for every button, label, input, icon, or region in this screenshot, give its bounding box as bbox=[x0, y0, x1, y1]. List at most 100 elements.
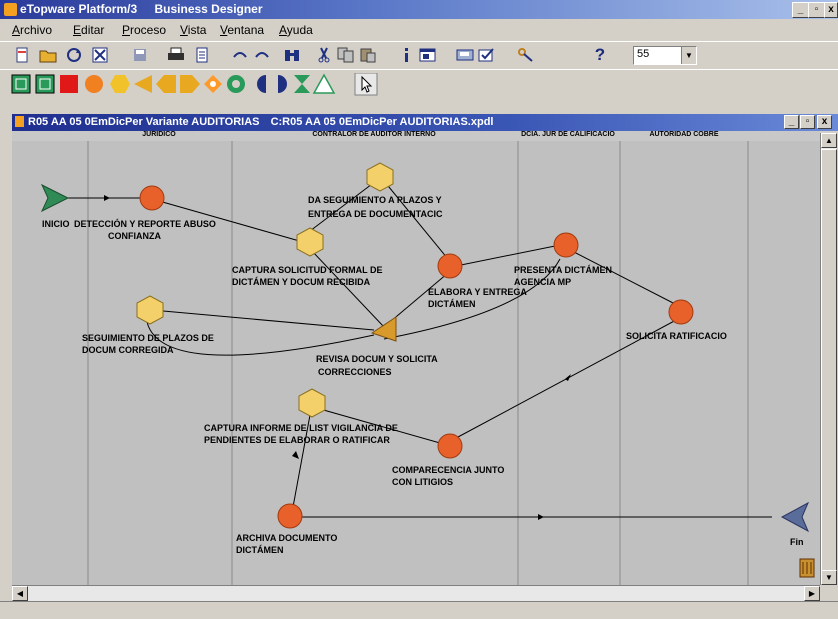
lane-header-autoridad: AUTORIDAD COBRE bbox=[649, 131, 719, 138]
label-seguimiento-plazos-2: DOCUM CORREGIDA bbox=[82, 345, 174, 355]
lane-header-contralor: CONTRALOR DE AUDITOR INTERNO bbox=[312, 131, 436, 138]
document-title: R05 AA 05 0EmDicPer Variante AUDITORIAS … bbox=[28, 116, 493, 128]
label-presenta-2: AGENCIA MP bbox=[514, 277, 571, 287]
label-captura-solicitud: CAPTURA SOLICITUD FORMAL DE bbox=[232, 265, 383, 275]
undo-icon[interactable] bbox=[230, 45, 250, 65]
cut-icon[interactable] bbox=[314, 45, 334, 65]
pointer-icon[interactable] bbox=[354, 73, 378, 96]
zoom-value: 55 bbox=[637, 48, 650, 60]
doc-icon bbox=[15, 116, 24, 127]
activity-deteccion[interactable] bbox=[139, 185, 165, 211]
zoom-select[interactable]: 55 ▼ bbox=[633, 46, 697, 65]
lane-header-calificacion: DCIA. JUR DE CALIFICACIO bbox=[521, 131, 615, 138]
close-icon[interactable]: x bbox=[824, 2, 838, 18]
menu-vista[interactable]: Vista bbox=[180, 23, 206, 37]
half-moon-right-shape-icon[interactable] bbox=[278, 75, 287, 93]
doc-close-icon[interactable]: x bbox=[817, 115, 832, 129]
activity-comparecencia[interactable] bbox=[437, 433, 463, 459]
activity-archiva[interactable] bbox=[277, 503, 303, 529]
label-archiva: ARCHIVA DOCUMENTO bbox=[236, 533, 337, 543]
triangle-left-shape-icon[interactable] bbox=[134, 75, 152, 93]
triangle-shape-icon[interactable] bbox=[312, 73, 336, 94]
ring-shape-icon[interactable] bbox=[227, 75, 245, 93]
app-title-name: eTopware Platform/3 bbox=[20, 2, 138, 16]
maximize-icon[interactable]: ▫ bbox=[808, 2, 825, 18]
doc-maximize-icon[interactable]: ▫ bbox=[800, 115, 815, 129]
label-presenta: PRESENTA DICTÁMEN bbox=[514, 265, 612, 275]
square-alt-shape-icon[interactable] bbox=[35, 74, 55, 94]
label-solicita: SOLICITA RATIFICACIO bbox=[626, 331, 727, 341]
check-icon[interactable] bbox=[477, 45, 497, 65]
help-icon[interactable]: ? bbox=[590, 45, 610, 65]
label-deteccion: DETECCIÓN Y REPORTE ABUSO bbox=[74, 218, 216, 229]
menu-bar: Archivo Editar Proceso Vista Ventana Ayu… bbox=[0, 19, 838, 41]
scroll-left-icon[interactable]: ◀ bbox=[12, 586, 28, 601]
scroll-right-icon[interactable]: ▶ bbox=[804, 586, 820, 601]
save-icon[interactable] bbox=[130, 45, 150, 65]
copy-icon[interactable] bbox=[336, 45, 356, 65]
print-icon[interactable] bbox=[166, 45, 186, 65]
process-canvas[interactable]: INICIO DETECCIÓN Y REPORTE ABUSO CONFIAN… bbox=[12, 141, 820, 585]
app-logo-icon bbox=[4, 3, 17, 16]
half-moon-left-shape-icon[interactable] bbox=[257, 75, 266, 93]
redo-icon[interactable] bbox=[252, 45, 272, 65]
doc-minimize-icon[interactable]: _ bbox=[784, 115, 799, 129]
save-as-icon[interactable] bbox=[455, 45, 475, 65]
new-icon[interactable] bbox=[12, 45, 32, 65]
document-path: C:R05 AA 05 0EmDicPer AUDITORIAS.xpdl bbox=[270, 116, 494, 128]
menu-editar[interactable]: Editar bbox=[73, 23, 104, 37]
status-bar bbox=[0, 601, 838, 619]
circle-shape-icon[interactable] bbox=[85, 75, 103, 93]
menu-archivo[interactable]: Archivo bbox=[12, 23, 52, 37]
label-captura-informe-2: PENDIENTES DE ELABORAR O RATIFICAR bbox=[204, 435, 390, 445]
key-icon[interactable] bbox=[516, 45, 536, 65]
shape-palette bbox=[0, 69, 838, 99]
scroll-down-icon[interactable]: ▼ bbox=[821, 570, 837, 585]
label-captura-informe: CAPTURA INFORME DE LIST VIGILANCIA DE bbox=[204, 423, 398, 433]
label-deteccion-2: CONFIANZA bbox=[108, 231, 161, 241]
document-variant: R05 AA 05 0EmDicPer Variante AUDITORIAS bbox=[28, 116, 260, 128]
main-toolbar: ? 55 ▼ bbox=[0, 41, 838, 70]
properties-icon[interactable] bbox=[192, 45, 212, 65]
app-title-bar: eTopware Platform/3 Business Designer _ … bbox=[0, 0, 838, 19]
label-comparecencia: COMPARECENCIA JUNTO bbox=[392, 465, 504, 475]
label-comparecencia-2: CON LITIGIOS bbox=[392, 477, 453, 487]
menu-ventana[interactable]: Ventana bbox=[220, 23, 264, 37]
lane-header-juridico: JURIDICO bbox=[142, 131, 176, 138]
square-shape-icon[interactable] bbox=[11, 74, 31, 94]
label-da-seguimiento-2: ENTREGA DE DOCUMENTACIC bbox=[308, 209, 443, 219]
label-seguimiento-plazos: SEGUIMIENTO DE PLAZOS DE bbox=[82, 333, 214, 343]
label-elabora: ELABORA Y ENTREGA bbox=[428, 287, 527, 297]
scroll-up-icon[interactable]: ▲ bbox=[821, 133, 837, 148]
app-module-name: Business Designer bbox=[154, 2, 263, 16]
hexagon-shape-icon[interactable] bbox=[110, 75, 130, 93]
label-da-seguimiento: DA SEGUIMIENTO A PLAZOS Y bbox=[308, 195, 442, 205]
chevron-down-icon[interactable]: ▼ bbox=[681, 47, 696, 64]
diamond-shape-icon[interactable] bbox=[204, 75, 222, 93]
trash-icon[interactable] bbox=[799, 558, 815, 578]
horizontal-scrollbar[interactable]: ◀ ▶ bbox=[12, 585, 820, 601]
pentagon-left-shape-icon[interactable] bbox=[156, 75, 176, 93]
paste-icon[interactable] bbox=[358, 45, 378, 65]
refresh-icon[interactable] bbox=[64, 45, 84, 65]
label-revisa: REVISA DOCUM Y SOLICITA bbox=[316, 354, 438, 364]
open-icon[interactable] bbox=[38, 45, 58, 65]
vertical-scroll-thumb[interactable] bbox=[821, 149, 837, 571]
red-square-shape-icon[interactable] bbox=[60, 75, 78, 93]
arrow-right-shape-icon[interactable] bbox=[180, 75, 200, 93]
menu-proceso[interactable]: Proceso bbox=[122, 23, 166, 37]
close-doc-icon[interactable] bbox=[90, 45, 110, 65]
activity-elabora[interactable] bbox=[437, 253, 463, 279]
window-icon[interactable] bbox=[418, 45, 438, 65]
vertical-scrollbar[interactable]: ▲ ▼ bbox=[820, 133, 837, 585]
activity-presenta[interactable] bbox=[553, 232, 579, 258]
menu-ayuda[interactable]: Ayuda bbox=[279, 23, 313, 37]
info-icon[interactable] bbox=[396, 45, 416, 65]
activity-solicita[interactable] bbox=[668, 299, 694, 325]
label-fin: Fin bbox=[790, 537, 804, 547]
minimize-icon[interactable]: _ bbox=[792, 2, 809, 18]
label-archiva-2: DICTÁMEN bbox=[236, 545, 284, 555]
binoculars-icon[interactable] bbox=[282, 45, 302, 65]
hourglass-shape-icon[interactable] bbox=[294, 75, 310, 93]
label-inicio: INICIO bbox=[42, 219, 70, 229]
